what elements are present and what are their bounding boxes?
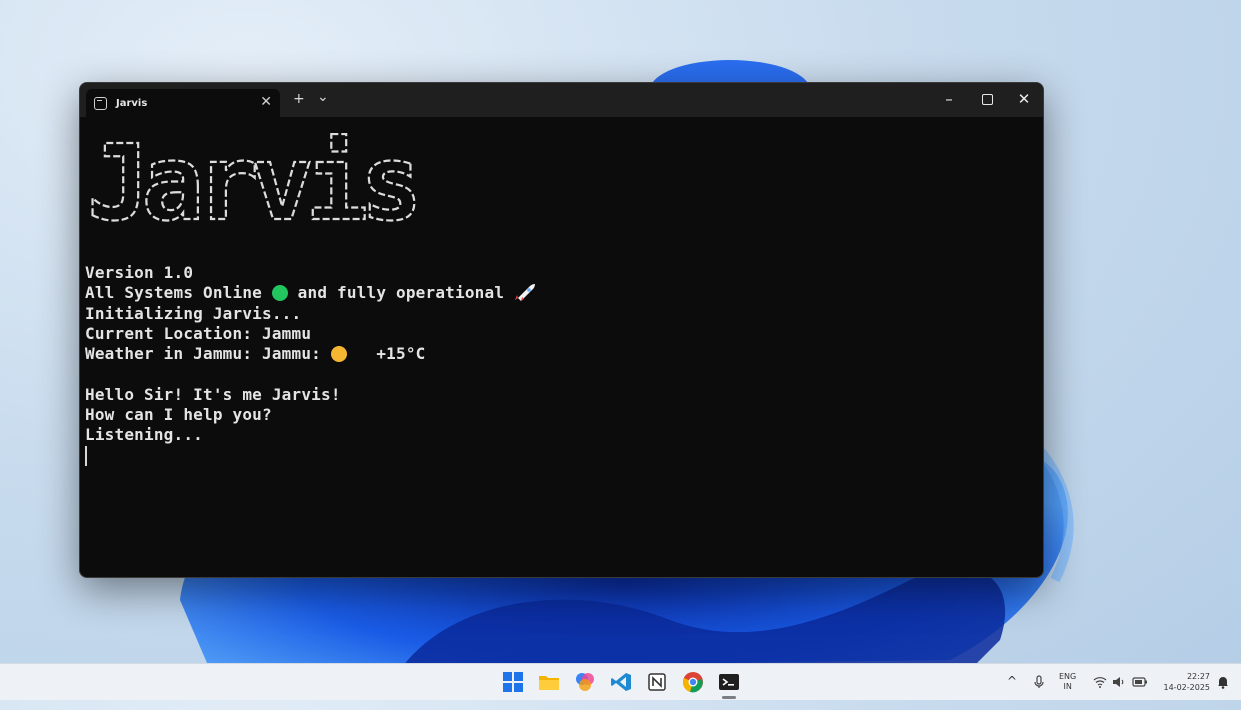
weather-temp: +15°C xyxy=(376,344,426,364)
close-tab-icon[interactable]: ✕ xyxy=(260,94,272,110)
text-cursor xyxy=(85,445,87,466)
copilot-icon[interactable] xyxy=(574,671,596,693)
location-line: Current Location: Jammu xyxy=(85,323,312,343)
console-output[interactable]: Jarvis Version 1.0 All Systems Online an… xyxy=(85,123,1033,567)
microphone-icon[interactable] xyxy=(1033,675,1045,689)
sun-icon xyxy=(330,346,347,363)
windows-start-icon[interactable] xyxy=(502,671,524,693)
vscode-icon[interactable] xyxy=(610,671,632,693)
help-line: How can I help you? xyxy=(85,405,272,425)
tab-jarvis[interactable]: Jarvis ✕ xyxy=(86,89,280,117)
taskbar: ^ ENG IN 22:27 14-02-2025 xyxy=(0,663,1241,700)
tab-title: Jarvis xyxy=(116,97,148,109)
status-prefix: All Systems Online xyxy=(85,283,272,303)
init-line: Initializing Jarvis... xyxy=(85,303,302,323)
weather-prefix: Weather in Jammu: Jammu: xyxy=(85,344,331,364)
status-suffix: and fully operational xyxy=(287,283,514,303)
notion-icon[interactable] xyxy=(646,671,668,693)
region-text: IN xyxy=(1063,682,1072,691)
ascii-banner: Jarvis xyxy=(86,123,424,233)
tab-dropdown-button[interactable]: ⌄ xyxy=(317,89,329,105)
language-indicator[interactable]: ENG IN xyxy=(1059,672,1076,708)
version-line: Version 1.0 xyxy=(85,263,194,282)
wifi-icon[interactable] xyxy=(1093,676,1107,688)
terminal-icon xyxy=(94,96,107,110)
status-line: All Systems Online and fully operational xyxy=(85,283,536,303)
listening-line: Listening... xyxy=(85,425,203,445)
clock[interactable]: 22:27 14-02-2025 xyxy=(1158,671,1211,707)
chevron-up-icon[interactable]: ^ xyxy=(1007,674,1017,710)
file-explorer-icon[interactable] xyxy=(538,671,560,693)
title-bar[interactable]: Jarvis ✕ + ⌄ – ✕ xyxy=(80,83,1043,117)
close-window-button[interactable]: ✕ xyxy=(1009,89,1039,109)
cursor-line xyxy=(85,445,536,466)
terminal-window: Jarvis ✕ + ⌄ – ✕ Jarvis Version 1.0 All … xyxy=(79,82,1044,578)
terminal-icon[interactable] xyxy=(718,671,740,693)
maximize-button[interactable] xyxy=(972,89,1002,109)
maximize-icon xyxy=(981,94,993,105)
rocket-icon xyxy=(514,284,535,302)
new-tab-button[interactable]: + xyxy=(293,91,305,107)
banner-text: Jarvis xyxy=(87,123,415,233)
date-text: 14-02-2025 xyxy=(1163,683,1211,692)
volume-icon[interactable] xyxy=(1112,676,1126,688)
notification-bell-icon[interactable] xyxy=(1217,675,1229,689)
language-text: ENG xyxy=(1059,672,1077,681)
chrome-icon[interactable] xyxy=(682,671,704,693)
battery-icon[interactable] xyxy=(1132,677,1148,687)
weather-line: Weather in Jammu: Jammu: +15°C xyxy=(85,344,536,364)
online-status-icon xyxy=(271,285,288,302)
time-text: 22:27 xyxy=(1186,672,1210,681)
minimize-button[interactable]: – xyxy=(934,89,964,109)
greeting-line: Hello Sir! It's me Jarvis! xyxy=(85,384,341,404)
